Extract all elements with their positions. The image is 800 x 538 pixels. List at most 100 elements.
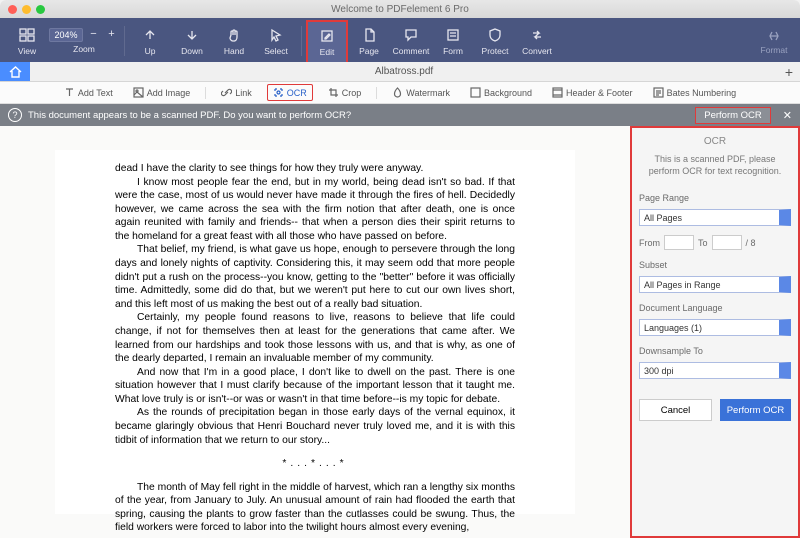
to-input[interactable] (712, 235, 742, 250)
notice-text: This document appears to be a scanned PD… (28, 110, 351, 121)
hand-tool-button[interactable]: Hand (213, 20, 255, 62)
arrow-up-icon (141, 26, 159, 44)
notice-perform-ocr-button[interactable]: Perform OCR (695, 107, 771, 124)
zoom-value[interactable]: 204% (49, 28, 82, 42)
convert-icon (528, 26, 546, 44)
document-tabbar: Albatross.pdf + (0, 62, 800, 82)
crop-button[interactable]: Crop (323, 85, 367, 100)
home-button[interactable] (0, 62, 30, 81)
format-button[interactable]: Format (754, 20, 794, 62)
hand-label: Hand (224, 46, 244, 56)
add-image-label: Add Image (147, 88, 191, 98)
select-tool-button[interactable]: Select (255, 20, 297, 62)
ocr-side-panel: OCR This is a scanned PDF, please perfor… (630, 126, 800, 538)
subset-select[interactable]: All Pages in Range (639, 276, 791, 293)
body-text: dead I have the clarity to see things fo… (115, 162, 515, 176)
up-label: Up (145, 46, 156, 56)
edit-icon (318, 27, 336, 45)
view-label: View (18, 46, 36, 56)
zoom-in-button[interactable]: + (105, 28, 119, 42)
form-label: Form (443, 46, 463, 56)
question-icon: ? (8, 108, 22, 122)
body-text: I know most people fear the end, but in … (115, 176, 515, 244)
page-down-button[interactable]: Down (171, 20, 213, 62)
watermark-button[interactable]: Watermark (387, 85, 455, 100)
ocr-label: OCR (287, 88, 307, 98)
new-tab-button[interactable]: + (778, 64, 800, 80)
panel-title: OCR (639, 134, 791, 147)
background-button[interactable]: Background (465, 85, 537, 100)
link-label: Link (235, 88, 252, 98)
doc-language-select[interactable]: Languages (1) (639, 319, 791, 336)
body-text: And now that I'm in a good place, I don'… (115, 366, 515, 407)
doc-language-label: Document Language (639, 303, 791, 313)
convert-button[interactable]: Convert (516, 20, 558, 62)
header-footer-button[interactable]: Header & Footer (547, 85, 638, 100)
panel-hint: This is a scanned PDF, please perform OC… (639, 153, 791, 183)
header-footer-label: Header & Footer (566, 88, 633, 98)
format-label: Format (761, 45, 788, 55)
comment-label: Comment (393, 46, 430, 56)
comment-button[interactable]: Comment (390, 20, 432, 62)
notice-close-button[interactable]: ✕ (783, 109, 792, 122)
document-tab[interactable]: Albatross.pdf (30, 66, 778, 77)
page-button[interactable]: Page (348, 20, 390, 62)
to-label: To (698, 238, 708, 248)
subset-label: Subset (639, 260, 791, 270)
protect-label: Protect (482, 46, 509, 56)
format-icon (765, 27, 783, 45)
background-label: Background (484, 88, 532, 98)
bates-label: Bates Numbering (667, 88, 737, 98)
total-pages: / 8 (746, 238, 756, 248)
body-text: Certainly, my people found reasons to li… (115, 311, 515, 365)
watermark-label: Watermark (406, 88, 450, 98)
from-input[interactable] (664, 235, 694, 250)
edit-label: Edit (320, 47, 335, 57)
add-text-button[interactable]: Add Text (59, 85, 118, 100)
from-label: From (639, 238, 660, 248)
protect-button[interactable]: Protect (474, 20, 516, 62)
page-range-select[interactable]: All Pages (639, 209, 791, 226)
bates-numbering-button[interactable]: Bates Numbering (648, 85, 742, 100)
section-break: *...*...* (115, 457, 515, 471)
down-label: Down (181, 46, 203, 56)
add-image-button[interactable]: Add Image (128, 85, 196, 100)
page-label: Page (359, 46, 379, 56)
window-zoom-button[interactable] (36, 5, 45, 14)
downsample-select[interactable]: 300 dpi (639, 362, 791, 379)
page-icon (360, 26, 378, 44)
comment-icon (402, 26, 420, 44)
perform-ocr-button[interactable]: Perform OCR (720, 399, 791, 421)
arrow-down-icon (183, 26, 201, 44)
shield-icon (486, 26, 504, 44)
form-button[interactable]: Form (432, 20, 474, 62)
edit-button[interactable]: Edit (306, 20, 348, 62)
crop-label: Crop (342, 88, 362, 98)
ocr-notice-bar: ? This document appears to be a scanned … (0, 104, 800, 126)
view-icon (18, 26, 36, 44)
zoom-group: 204% − + Zoom (48, 20, 120, 62)
link-button[interactable]: Link (216, 85, 257, 100)
downsample-label: Downsample To (639, 346, 791, 356)
view-button[interactable]: View (6, 20, 48, 62)
cursor-icon (267, 26, 285, 44)
zoom-label: Zoom (73, 44, 95, 54)
ocr-button[interactable]: OCR (267, 84, 313, 101)
window-minimize-button[interactable] (22, 5, 31, 14)
page-up-button[interactable]: Up (129, 20, 171, 62)
convert-label: Convert (522, 46, 552, 56)
add-text-label: Add Text (78, 88, 113, 98)
zoom-out-button[interactable]: − (87, 28, 101, 42)
window-close-button[interactable] (8, 5, 17, 14)
window-title: Welcome to PDFelement 6 Pro (0, 4, 800, 15)
body-text: The month of May fell right in the middl… (115, 481, 515, 535)
form-icon (444, 26, 462, 44)
main-ribbon: View 204% − + Zoom Up Down Hand Select (0, 18, 800, 62)
document-viewport[interactable]: dead I have the clarity to see things fo… (0, 126, 630, 538)
document-page: dead I have the clarity to see things fo… (55, 150, 575, 514)
body-text: As the rounds of precipitation began in … (115, 406, 515, 447)
edit-toolbar: Add Text Add Image Link OCR Crop Waterma… (0, 82, 800, 104)
page-range-label: Page Range (639, 193, 791, 203)
cancel-button[interactable]: Cancel (639, 399, 712, 421)
body-text: That belief, my friend, is what gave us … (115, 243, 515, 311)
